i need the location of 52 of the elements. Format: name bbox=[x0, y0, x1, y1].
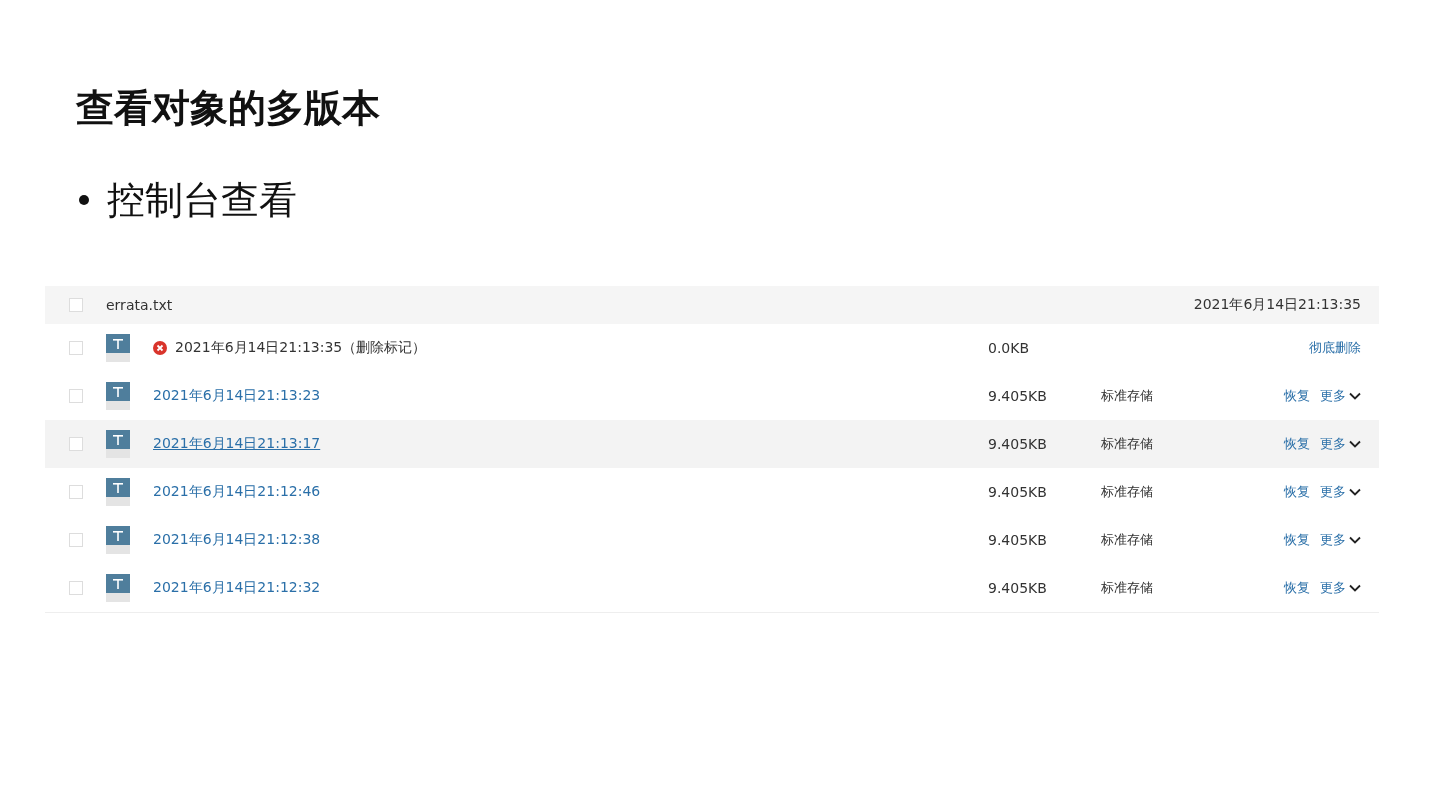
storage-class: 标准存储 bbox=[1101, 580, 1153, 595]
checkbox[interactable] bbox=[68, 581, 83, 595]
more-dropdown[interactable]: 更多 bbox=[1320, 531, 1361, 549]
error-icon bbox=[153, 341, 167, 355]
action-link[interactable]: 恢复 bbox=[1284, 387, 1310, 405]
storage-class: 标准存储 bbox=[1101, 436, 1153, 451]
text-file-icon bbox=[106, 334, 130, 362]
file-size: 9.405KB bbox=[988, 532, 1048, 548]
file-size: 9.405KB bbox=[988, 484, 1048, 500]
more-dropdown[interactable]: 更多 bbox=[1320, 579, 1361, 597]
chevron-down-icon bbox=[1349, 536, 1361, 544]
version-link[interactable]: 2021年6月14日21:13:23 bbox=[153, 387, 321, 405]
checkbox[interactable] bbox=[68, 485, 83, 499]
file-size: 9.405KB bbox=[988, 580, 1048, 596]
checkbox[interactable] bbox=[68, 389, 83, 403]
text-file-icon bbox=[106, 574, 130, 602]
bullet-text: 控制台查看 bbox=[107, 177, 297, 224]
version-link[interactable]: 2021年6月14日21:12:46 bbox=[153, 483, 321, 501]
file-size: 9.405KB bbox=[988, 388, 1048, 404]
text-file-icon bbox=[106, 382, 130, 410]
action-link[interactable]: 彻底删除 bbox=[1309, 339, 1361, 357]
checkbox[interactable] bbox=[68, 341, 83, 355]
action-link[interactable]: 恢复 bbox=[1284, 435, 1310, 453]
storage-class: 标准存储 bbox=[1101, 532, 1153, 547]
more-dropdown[interactable]: 更多 bbox=[1320, 387, 1361, 405]
more-dropdown[interactable]: 更多 bbox=[1320, 435, 1361, 453]
text-file-icon bbox=[106, 430, 130, 458]
file-size: 9.405KB bbox=[988, 436, 1048, 452]
bullet-dot bbox=[79, 195, 89, 205]
file-size: 0.0KB bbox=[988, 340, 1031, 356]
action-link[interactable]: 恢复 bbox=[1284, 483, 1310, 501]
slide-title: 查看对象的多版本 bbox=[76, 85, 381, 132]
more-dropdown[interactable]: 更多 bbox=[1320, 483, 1361, 501]
storage-class: 标准存储 bbox=[1101, 484, 1153, 499]
checkbox[interactable] bbox=[68, 533, 83, 547]
version-link[interactable]: 2021年6月14日21:12:32 bbox=[153, 579, 321, 597]
checkbox[interactable] bbox=[68, 298, 83, 312]
chevron-down-icon bbox=[1349, 392, 1361, 400]
chevron-down-icon bbox=[1349, 440, 1361, 448]
file-name: errata.txt bbox=[106, 297, 174, 313]
text-file-icon bbox=[106, 526, 130, 554]
text-file-icon bbox=[106, 478, 130, 506]
version-link[interactable]: 2021年6月14日21:12:38 bbox=[153, 531, 321, 549]
action-link[interactable]: 恢复 bbox=[1284, 531, 1310, 549]
chevron-down-icon bbox=[1349, 488, 1361, 496]
storage-class: 标准存储 bbox=[1101, 388, 1153, 403]
modified-date: 2021年6月14日21:13:35 bbox=[1193, 296, 1361, 314]
version-name: 2021年6月14日21:13:35（删除标记） bbox=[175, 339, 427, 357]
checkbox[interactable] bbox=[68, 437, 83, 451]
chevron-down-icon bbox=[1349, 584, 1361, 592]
action-link[interactable]: 恢复 bbox=[1284, 579, 1310, 597]
version-link[interactable]: 2021年6月14日21:13:17 bbox=[153, 435, 321, 453]
